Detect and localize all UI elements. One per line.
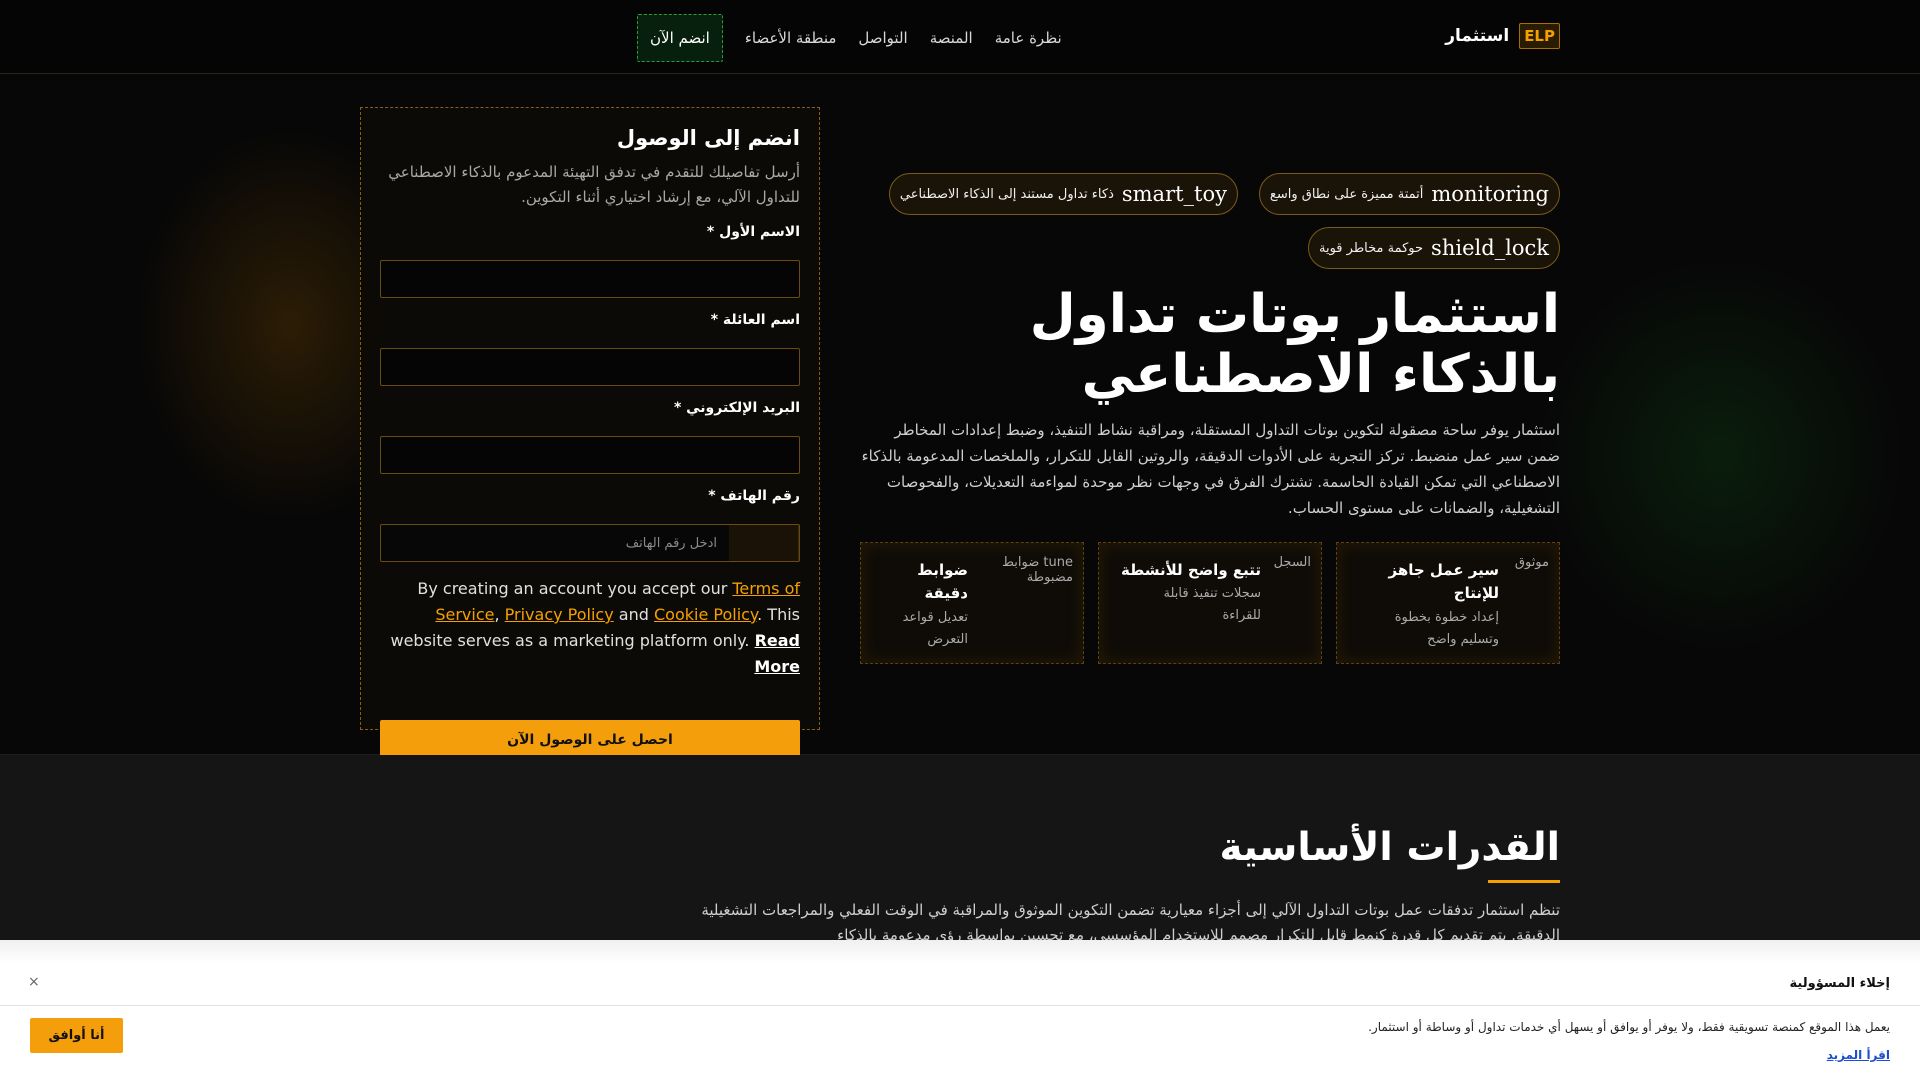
hero-description: استثمار يوفر ساحة مصقولة لتكوين بوتات ال…	[861, 421, 1560, 517]
phone-input[interactable]	[381, 525, 729, 561]
nav-overview[interactable]: نظرة عامة	[995, 29, 1062, 47]
get-access-button[interactable]: احصل على الوصول الآن	[380, 720, 800, 760]
form-description: أرسل تفاصيلك للتقدم في تدفق التهيئة المد…	[388, 163, 800, 206]
last-name-label: اسم العائلة *	[710, 312, 800, 328]
pill-automation: monitoring أتمتة مميزة على نطاق واسع	[1258, 173, 1560, 215]
close-icon[interactable]: ×	[28, 974, 40, 990]
hero-title: استثمار بوتات تداول بالذكاء الاصطناعي	[1029, 284, 1560, 405]
nav-contact[interactable]: التواصل	[858, 29, 907, 47]
title-underline	[1488, 880, 1560, 883]
monitoring-icon: monitoring	[1431, 182, 1549, 206]
disclaimer-read-more-link[interactable]: اقرأ المزيد	[1827, 1048, 1890, 1062]
feature-tag: موثوق	[1514, 555, 1549, 570]
phone-field	[380, 524, 800, 562]
smart-toy-icon: smart_toy	[1121, 182, 1227, 206]
pill-automation-text: أتمتة مميزة على نطاق واسع	[1269, 186, 1424, 202]
logo-badge: ELP	[1519, 23, 1560, 49]
feature-card-production: موثوق سير عمل جاهز للإنتاج إعداد خطوة بخ…	[1336, 542, 1560, 664]
signup-form: انضم إلى الوصول أرسل تفاصيلك للتقدم في ت…	[360, 107, 820, 760]
feature-description: سجلات تنفيذ قابلة للقراءة	[1163, 586, 1261, 623]
feature-title: سير عمل جاهز للإنتاج	[1388, 561, 1499, 602]
pill-risk-governance-text: حوكمة مخاطر قوية	[1319, 240, 1424, 256]
logo[interactable]: ELP استثمار	[1445, 23, 1560, 49]
pill-risk-governance: shield_lock حوكمة مخاطر قوية	[1308, 227, 1560, 269]
nav-members-area[interactable]: منطقة الأعضاء	[745, 29, 837, 47]
privacy-policy-link[interactable]: Privacy Policy	[505, 605, 614, 624]
pill-ai-intelligence-text: ذكاء تداول مستند إلى الذكاء الاصطناعي	[899, 186, 1114, 202]
terms-notice: By creating an account you accept our Te…	[380, 576, 800, 680]
email-label: البريد الإلكتروني *	[673, 400, 800, 416]
feature-title: تتبع واضح للأنشطة	[1121, 561, 1261, 579]
feature-card-activity: السجل تتبع واضح للأنشطة سجلات تنفيذ قابل…	[1098, 542, 1322, 664]
feature-description: تعديل قواعد التعرض	[902, 610, 968, 647]
feature-tag: tune ضوابط مضبوطة	[1001, 555, 1073, 585]
form-title: انضم إلى الوصول	[616, 126, 800, 150]
capabilities-title: القدرات الأساسية	[1219, 825, 1560, 870]
disclaimer-divider	[0, 1005, 1920, 1006]
feature-description: إعداد خطوة بخطوة وتسليم واضح	[1394, 610, 1499, 647]
read-more-link[interactable]: Read More	[754, 631, 800, 676]
last-name-input[interactable]	[380, 348, 800, 386]
cookie-policy-link[interactable]: Cookie Policy	[654, 605, 757, 624]
disclaimer-title: إخلاء المسؤولية	[1789, 976, 1890, 991]
terms-text: By creating an account you accept our Te…	[390, 579, 800, 676]
pill-ai-intelligence: smart_toy ذكاء تداول مستند إلى الذكاء ال…	[888, 173, 1238, 215]
site-header: ELP استثمار نظرة عامة المنصة التواصل منط…	[0, 0, 1920, 74]
disclaimer-edge	[0, 940, 1920, 964]
country-code-select[interactable]	[729, 525, 799, 561]
first-name-input[interactable]	[380, 260, 800, 298]
shield-lock-icon: shield_lock	[1431, 236, 1549, 260]
logo-text: استثمار	[1445, 26, 1510, 46]
join-now-button[interactable]: انضم الآن	[637, 14, 723, 62]
feature-title: ضوابط دقيقة	[917, 561, 968, 602]
phone-label: رقم الهاتف *	[708, 488, 800, 504]
feature-tag: السجل	[1273, 555, 1311, 570]
main-nav: نظرة عامة المنصة التواصل منطقة الأعضاء ا…	[637, 14, 1062, 62]
email-input[interactable]	[380, 436, 800, 474]
feature-card-controls: tune ضوابط مضبوطة ضوابط دقيقة تعديل قواع…	[860, 542, 1084, 664]
first-name-label: الاسم الأول *	[706, 224, 800, 240]
disclaimer-text: يعمل هذا الموقع كمنصة تسويقية فقط، ولا ي…	[1368, 1020, 1890, 1034]
nav-platform[interactable]: المنصة	[930, 29, 973, 47]
agree-button[interactable]: أنا أوافق	[30, 1018, 123, 1053]
